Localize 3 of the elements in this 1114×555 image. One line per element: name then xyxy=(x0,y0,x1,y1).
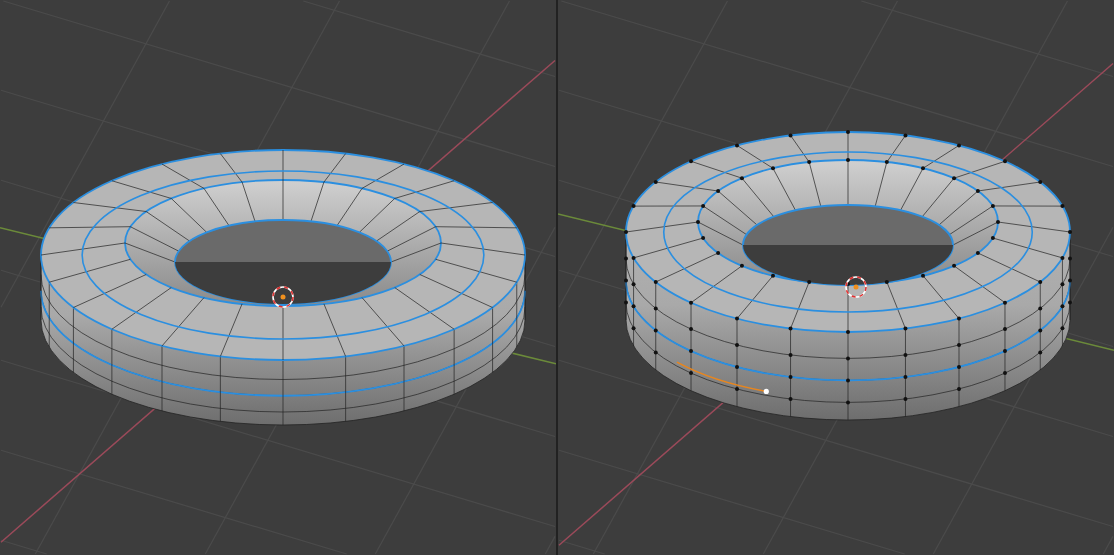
3d-cursor-icon xyxy=(845,276,867,298)
grid-line xyxy=(544,535,556,555)
3d-cursor-icon xyxy=(272,286,294,308)
